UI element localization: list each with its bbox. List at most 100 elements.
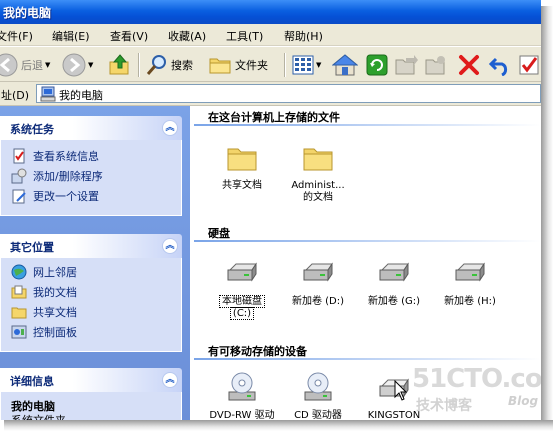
group-title-stored-files: 在这台计算机上存储的文件 — [208, 111, 340, 124]
item-cd-drive[interactable]: CD 驱动器 — [280, 370, 356, 420]
collapse-chevron-icon[interactable]: ︽ — [162, 238, 178, 254]
views-grid-icon — [292, 55, 314, 75]
copy-to-button[interactable] — [424, 52, 448, 78]
menu-edit[interactable]: 编辑(E) — [52, 28, 90, 44]
title-bar[interactable]: 我的电脑 — [0, 0, 541, 24]
item-label: Administ... — [291, 180, 345, 191]
watermark-sub: 技术博客 — [416, 398, 472, 414]
forward-button[interactable]: ▼ — [62, 52, 93, 78]
undo-icon — [488, 57, 508, 76]
menu-bar: 文件(F) 编辑(E) 查看(V) 收藏(A) 工具(T) 帮助(H) — [0, 24, 541, 46]
toolbar: 后退 ▼ ▼ 搜索 文件夹 ▼ — [0, 46, 541, 82]
drive-c-letter: (C:) — [229, 307, 255, 320]
system-tasks-title: 系统任务 — [10, 123, 54, 136]
group-title-removable: 有可移动存储的设备 — [208, 345, 307, 358]
folder-icon — [303, 148, 333, 171]
collapse-chevron-icon[interactable]: ︽ — [162, 120, 178, 136]
folders-button[interactable]: 文件夹 — [208, 52, 268, 78]
place-label: 我的文档 — [33, 286, 77, 299]
collapse-chevron-icon[interactable]: ︽ — [162, 372, 178, 388]
place-label: 控制面板 — [33, 326, 77, 339]
undo-button[interactable] — [488, 52, 512, 78]
change-setting-icon — [12, 189, 26, 204]
window-title: 我的电脑 — [3, 6, 52, 20]
place-label: 网上邻居 — [33, 266, 77, 279]
group-divider — [194, 240, 541, 242]
task-add-remove-programs[interactable]: 添加/删除程序 — [11, 168, 103, 184]
menu-view[interactable]: 查看(V) — [110, 28, 148, 44]
group-divider — [194, 358, 541, 360]
folders-icon — [209, 58, 231, 74]
item-label-line2: (C:) — [204, 307, 280, 320]
task-change-setting[interactable]: 更改一个设置 — [11, 188, 99, 204]
forward-arrow-icon — [62, 53, 86, 77]
item-drive-d[interactable]: 新加卷 (D:) — [280, 256, 356, 308]
properties-button[interactable] — [518, 52, 540, 78]
back-dropdown-icon: ▼ — [45, 61, 51, 69]
folders-label: 文件夹 — [235, 59, 268, 72]
up-folder-button[interactable] — [108, 52, 132, 78]
menu-favorites[interactable]: 收藏(A) — [168, 28, 206, 44]
refresh-button[interactable] — [366, 52, 388, 78]
other-places-header[interactable]: 其它位置 ︽ — [0, 234, 182, 258]
menu-help[interactable]: 帮助(H) — [284, 28, 323, 44]
window-shadow-right — [541, 6, 553, 424]
toolbar-separator — [284, 53, 286, 77]
item-dvd-rw-drive[interactable]: DVD-RW 驱动 — [204, 370, 280, 420]
place-network[interactable]: 网上邻居 — [11, 264, 77, 280]
address-label: 址(D) — [1, 89, 30, 102]
my-computer-icon — [40, 86, 56, 102]
details-body: 我的电脑 系统文件夹 — [0, 392, 182, 420]
item-drive-h[interactable]: 新加卷 (H:) — [432, 256, 508, 308]
place-shared-documents[interactable]: 共享文档 — [11, 304, 77, 320]
address-bar: 址(D) 我的电脑 — [0, 82, 541, 106]
refresh-icon — [366, 54, 388, 76]
item-label: 本地磁盘 — [204, 295, 280, 308]
back-button[interactable]: 后退 ▼ — [0, 52, 50, 78]
task-label: 添加/删除程序 — [33, 170, 103, 183]
folder-icon — [227, 148, 257, 171]
item-drive-c[interactable]: 本地磁盘 (C:) — [204, 256, 280, 320]
task-label: 更改一个设置 — [33, 190, 99, 203]
watermark-main: 51CTO.com — [412, 364, 541, 394]
views-button[interactable]: ▼ — [292, 52, 321, 78]
hard-drive-icon — [227, 262, 257, 282]
details-sub: 系统文件夹 — [11, 412, 66, 420]
shared-folder-icon — [11, 307, 27, 319]
place-control-panel[interactable]: 控制面板 — [11, 324, 77, 340]
details-header[interactable]: 详细信息 ︽ — [0, 368, 182, 392]
menu-tools[interactable]: 工具(T) — [226, 28, 263, 44]
place-my-documents[interactable]: 我的文档 — [11, 284, 77, 300]
forward-dropdown-icon: ▼ — [88, 61, 94, 69]
move-to-button[interactable] — [394, 52, 418, 78]
window-shadow-bottom — [4, 420, 553, 431]
home-button[interactable] — [332, 52, 358, 78]
search-label: 搜索 — [171, 59, 193, 72]
up-folder-icon — [109, 54, 129, 75]
address-input[interactable]: 我的电脑 — [36, 84, 541, 103]
item-drive-g[interactable]: 新加卷 (G:) — [356, 256, 432, 308]
group-divider — [194, 124, 541, 126]
item-label: 新加卷 (G:) — [367, 296, 421, 307]
menu-file[interactable]: 文件(F) — [0, 28, 33, 44]
other-places-title: 其它位置 — [10, 241, 54, 254]
move-to-icon — [395, 55, 418, 75]
search-button[interactable]: 搜索 — [146, 52, 193, 78]
item-admin-documents[interactable]: Administ... 的文档 — [280, 140, 356, 204]
explorer-window: 我的电脑 文件(F) 编辑(E) 查看(V) 收藏(A) 工具(T) 帮助(H)… — [0, 0, 541, 420]
toolbar-separator — [138, 53, 140, 77]
hard-drive-icon — [455, 262, 485, 282]
delete-button[interactable] — [458, 52, 480, 78]
task-label: 查看系统信息 — [33, 150, 99, 163]
control-panel-icon — [11, 325, 27, 339]
search-icon — [146, 55, 166, 75]
hard-drive-icon — [379, 262, 409, 282]
system-tasks-header[interactable]: 系统任务 ︽ — [0, 116, 182, 140]
other-places-body: 网上邻居 我的文档 共享文档 控制面板 — [0, 258, 182, 352]
item-label: 新加卷 (D:) — [291, 296, 345, 307]
item-label: 新加卷 (H:) — [444, 296, 496, 307]
item-shared-documents[interactable]: 共享文档 — [204, 140, 280, 192]
task-view-system-info[interactable]: 查看系统信息 — [11, 148, 99, 164]
add-remove-programs-icon — [11, 168, 27, 184]
details-title: 详细信息 — [10, 375, 54, 388]
